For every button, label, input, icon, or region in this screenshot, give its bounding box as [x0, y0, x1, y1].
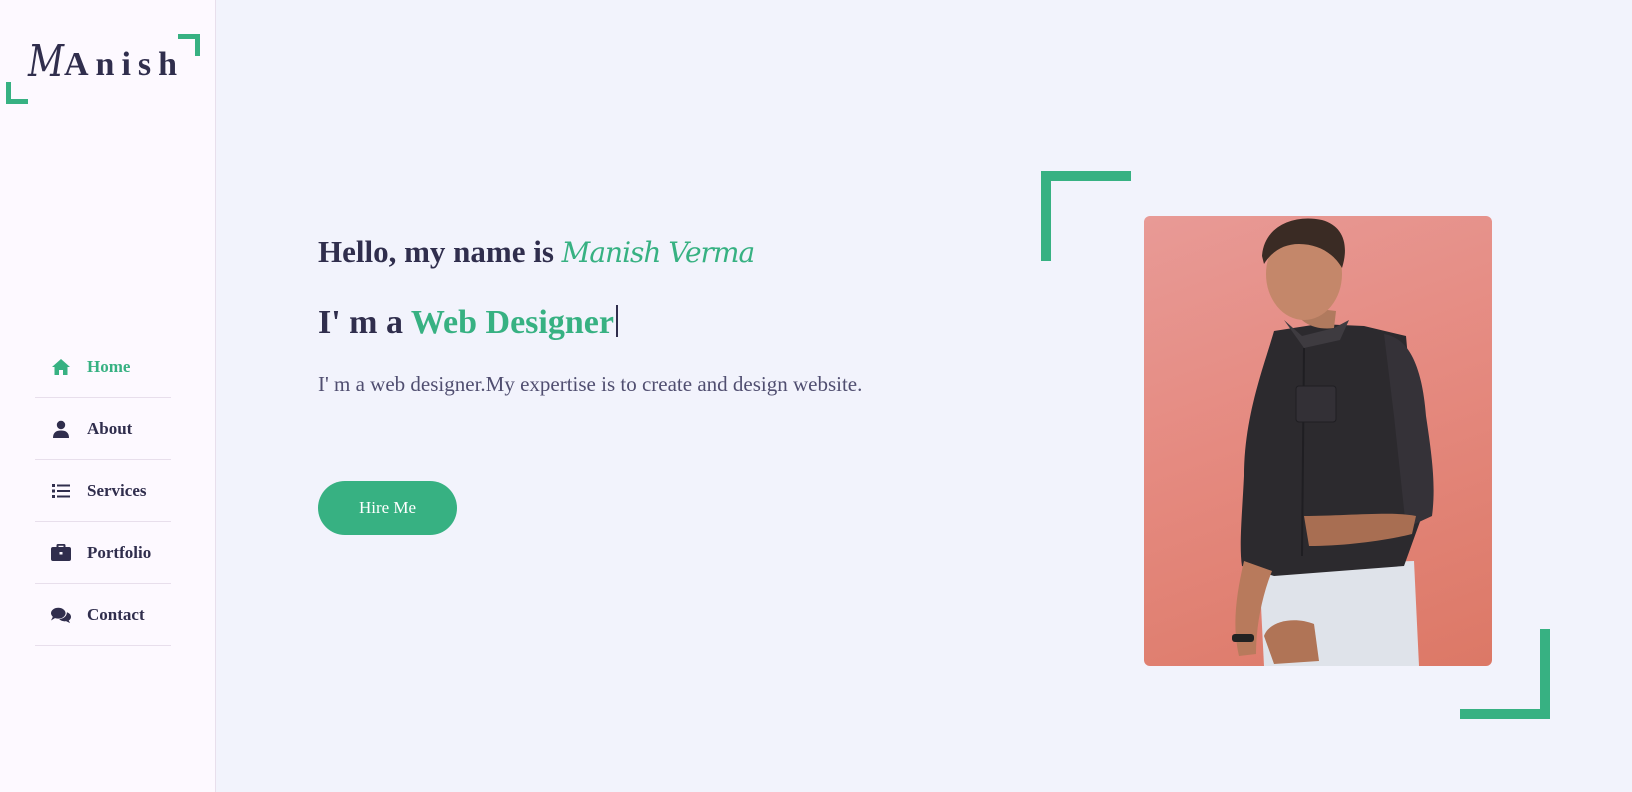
nav-item-home[interactable]: Home	[35, 336, 171, 398]
greeting-text: Hello, my name is	[318, 234, 562, 269]
nav-item-services[interactable]: Services	[35, 460, 171, 522]
nav-label: Contact	[87, 604, 145, 624]
nav-label: Portfolio	[87, 542, 152, 562]
logo-corner-bottom-left	[6, 82, 28, 104]
list-icon	[51, 481, 71, 501]
nav-label: Services	[87, 480, 147, 500]
typing-cursor	[615, 305, 618, 337]
nav-label: Home	[87, 356, 131, 376]
nav-label: About	[87, 418, 133, 438]
profile-photo	[1144, 216, 1492, 666]
nav-item-about[interactable]: About	[35, 398, 171, 460]
comments-icon	[51, 605, 71, 625]
description: I' m a web designer.My expertise is to c…	[318, 372, 863, 396]
nav-item-portfolio[interactable]: Portfolio	[35, 522, 171, 584]
photo-corner-top-left	[1041, 171, 1131, 261]
logo-text: Anish	[64, 46, 185, 83]
sidebar: M Anish Home About Services Portfolio Co…	[0, 0, 216, 792]
role-heading: I' m a Web Designer	[318, 304, 618, 342]
nav-item-contact[interactable]: Contact	[35, 584, 171, 646]
nav-menu: Home About Services Portfolio Contact	[35, 336, 171, 646]
logo-initial: M	[28, 36, 65, 87]
logo[interactable]: M Anish	[6, 34, 200, 104]
role-prefix: I' m a	[318, 304, 411, 341]
briefcase-icon	[51, 543, 71, 563]
home-icon	[51, 357, 71, 377]
greeting-heading: Hello, my name is Manish Verma	[318, 234, 756, 270]
user-icon	[51, 419, 71, 439]
role-text: Web Designer	[410, 304, 614, 341]
hire-me-button[interactable]: Hire Me	[318, 481, 457, 535]
greeting-name: Manish Verma	[561, 236, 756, 269]
